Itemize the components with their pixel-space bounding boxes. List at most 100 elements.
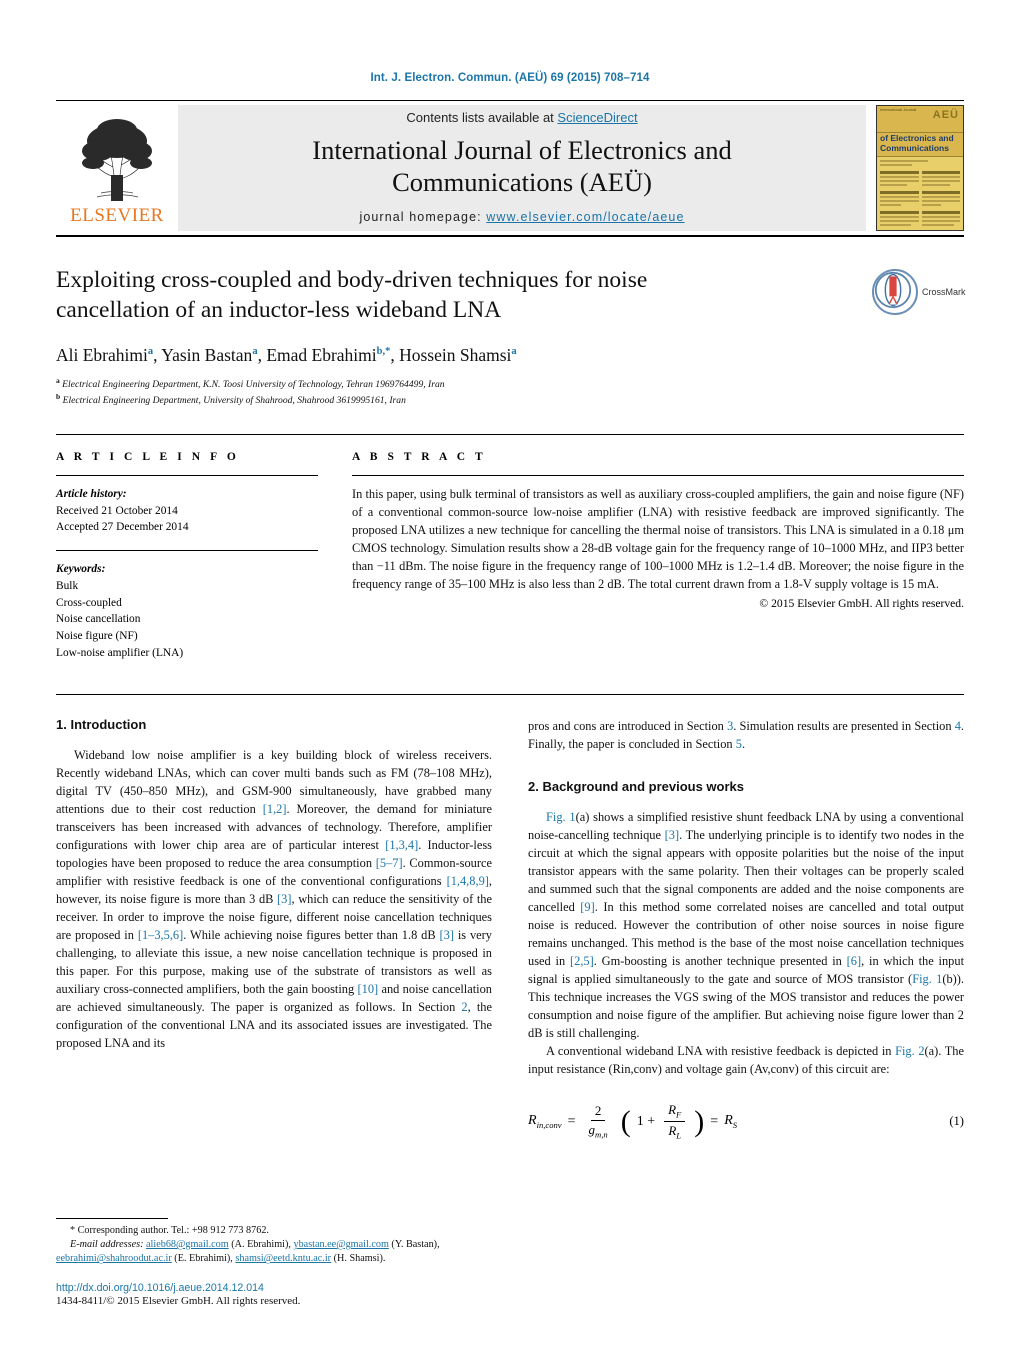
email-label: E-mail addresses: (70, 1239, 144, 1251)
journal-cover-thumbnail[interactable]: International Journal AEÜ of Electronics… (876, 105, 964, 231)
article-info-heading: A R T I C L E I N F O (56, 450, 240, 463)
author-sep-2: , (390, 345, 400, 366)
elsevier-wordmark: ELSEVIER (70, 205, 164, 226)
body-top-rule (56, 693, 964, 695)
eq-fraction-2-numerator: RF (664, 1102, 686, 1123)
footnote-text: * Corresponding author. Tel.: +98 912 77… (56, 1224, 472, 1267)
affiliation-list: a Electrical Engineering Department, K.N… (56, 376, 964, 408)
eq-result: RS (724, 1113, 738, 1130)
homepage-label: journal homepage: (359, 209, 482, 224)
masthead-top-rule (56, 100, 964, 101)
eq-inner-one: 1 + (636, 1113, 656, 1129)
elsevier-logo: ELSEVIER (56, 105, 178, 231)
body-columns: 1. Introduction Wideband low noise ampli… (56, 717, 964, 1307)
eq-fraction-1-numerator: 2 (590, 1103, 606, 1122)
article-info-rule (56, 474, 318, 476)
article-title: Exploiting cross-coupled and body-driven… (56, 267, 648, 324)
background-paragraph-1: Fig. 1(a) shows a simplified resistive s… (528, 809, 965, 1041)
email-link-3[interactable]: shamsi@eetd.kntu.ac.ir (235, 1253, 331, 1264)
journal-title-line2: Communications (AEÜ) (392, 166, 652, 197)
equation-1: Rin,conv = 2 gm,n ( 1 + RF RL ) = RS (1) (528, 1102, 964, 1140)
doi-link[interactable]: http://dx.doi.org/10.1016/j.aeue.2014.12… (56, 1282, 472, 1294)
eq-fraction-2-denominator: RL (668, 1123, 682, 1141)
citation-link[interactable]: Fig. 1 (912, 972, 942, 986)
eq-lhs: Rin,conv (528, 1113, 562, 1130)
article-history-received: Received 21 October 2014 (56, 504, 178, 517)
email-link-1[interactable]: ybastan.ee@gmail.com (293, 1239, 388, 1250)
contents-available-line: Contents lists available at ScienceDirec… (406, 110, 637, 125)
abstract-text: In this paper, using bulk terminal of tr… (352, 486, 964, 591)
citation-link[interactable]: Fig. 2 (895, 1044, 924, 1058)
citation-link[interactable]: [9] (580, 900, 594, 914)
cover-small-header: International Journal (880, 107, 917, 112)
citation-link[interactable]: [5–7] (376, 856, 403, 870)
masthead-center: Contents lists available at ScienceDirec… (178, 105, 866, 231)
section-heading-introduction: 1. Introduction (56, 716, 147, 732)
journal-homepage-line: journal homepage: www.elsevier.com/locat… (359, 210, 684, 224)
crossmark-icon (872, 269, 918, 315)
eq-equals-2: = (710, 1113, 719, 1129)
background-paragraph-2: A conventional wideband LNA with resisti… (528, 1044, 965, 1077)
right-column: pros and cons are introduced in Section … (528, 717, 964, 1307)
email-who-0: (A. Ebrahimi), (228, 1239, 294, 1251)
doi-url[interactable]: http://dx.doi.org/10.1016/j.aeue.2014.12… (56, 1282, 264, 1294)
left-column: 1. Introduction Wideband low noise ampli… (56, 717, 492, 1307)
sciencedirect-link[interactable]: ScienceDirect (557, 110, 637, 125)
citation-link[interactable]: [1,3,4] (385, 838, 418, 852)
citation-link[interactable]: [10] (358, 982, 379, 996)
keywords-rule (56, 550, 318, 552)
email-link-0[interactable]: alieb68@gmail.com (146, 1239, 229, 1250)
keyword-1: Cross-coupled (56, 596, 122, 609)
info-abstract-region: A R T I C L E I N F O Article history: R… (56, 433, 964, 676)
citation-link[interactable]: [1,4,8,9] (447, 874, 489, 888)
author-list: Ali Ebrahimia, Yasin Bastana, Emad Ebrah… (56, 345, 964, 366)
elsevier-tree-icon (75, 115, 159, 203)
equation-1-expression: Rin,conv = 2 gm,n ( 1 + RF RL ) = RS (528, 1102, 949, 1140)
citation-link[interactable]: [2,5] (570, 954, 594, 968)
keyword-3: Noise figure (NF) (56, 630, 138, 643)
issn-copyright: 1434-8411/© 2015 Elsevier GmbH. All righ… (56, 1294, 301, 1307)
author-2-name: Emad Ebrahimi (266, 345, 377, 366)
abstract-rule (352, 474, 964, 476)
eq-paren-open: ( (620, 1104, 631, 1138)
journal-title: International Journal of Electronics and… (312, 135, 731, 198)
author-1-name: Yasin Bastan (161, 345, 253, 366)
cover-title-line2: Communications (880, 142, 949, 153)
citation-link[interactable]: [6] (847, 954, 861, 968)
eq-fraction-1-denominator: gm,n (588, 1122, 608, 1140)
citation-link[interactable]: [3] (440, 928, 454, 942)
citation-link[interactable]: [1,2] (263, 802, 287, 816)
citation-link[interactable]: [3] (665, 828, 679, 842)
section-heading-background: 2. Background and previous works (528, 778, 744, 794)
cover-body (877, 157, 963, 230)
eq-equals: = (567, 1113, 576, 1129)
intro-paragraph-continued: pros and cons are introduced in Section … (528, 718, 965, 751)
footnote-block: * Corresponding author. Tel.: +98 912 77… (56, 1217, 472, 1307)
author-2-mark: b,* (376, 346, 391, 358)
abstract-heading: A B S T R A C T (352, 450, 487, 463)
crossmark-label: CrossMark (922, 287, 966, 297)
citation-link[interactable]: [1–3,5,6] (138, 928, 183, 942)
eq-paren-close: ) (694, 1104, 705, 1138)
author-2: Emad Ebrahimib,* (266, 345, 390, 365)
affiliation-0: a Electrical Engineering Department, K.N… (56, 376, 964, 392)
journal-homepage-link[interactable]: www.elsevier.com/locate/aeue (486, 210, 684, 224)
corresponding-author-note: * Corresponding author. Tel.: +98 912 77… (70, 1224, 269, 1236)
email-who-3: (H. Shamsi). (331, 1253, 386, 1265)
journal-masthead: ELSEVIER Contents lists available at Sci… (56, 105, 964, 231)
keywords-label: Keywords: (56, 563, 106, 576)
email-who-2: (E. Ebrahimi), (171, 1253, 236, 1265)
article-history: Article history: Received 21 October 201… (56, 486, 318, 536)
title-block: Exploiting cross-coupled and body-driven… (56, 265, 966, 408)
contents-prefix: Contents lists available at (406, 110, 558, 126)
email-link-2[interactable]: eebrahimi@shahroodut.ac.ir (56, 1253, 172, 1264)
eq-fraction-1: 2 gm,n (585, 1103, 612, 1140)
footnote-rule (56, 1217, 168, 1219)
crossmark-logo[interactable]: CrossMark (872, 269, 966, 315)
cover-top-band: International Journal AEÜ (877, 106, 963, 133)
affiliation-0-mark: a (56, 376, 60, 386)
citation-link[interactable]: Fig. 1 (546, 810, 576, 824)
intro-paragraph-1: Wideband low noise amplifier is a key bu… (56, 747, 493, 1051)
citation-link[interactable]: [3] (277, 892, 291, 906)
author-3: Hossein Shamsia (399, 345, 517, 365)
